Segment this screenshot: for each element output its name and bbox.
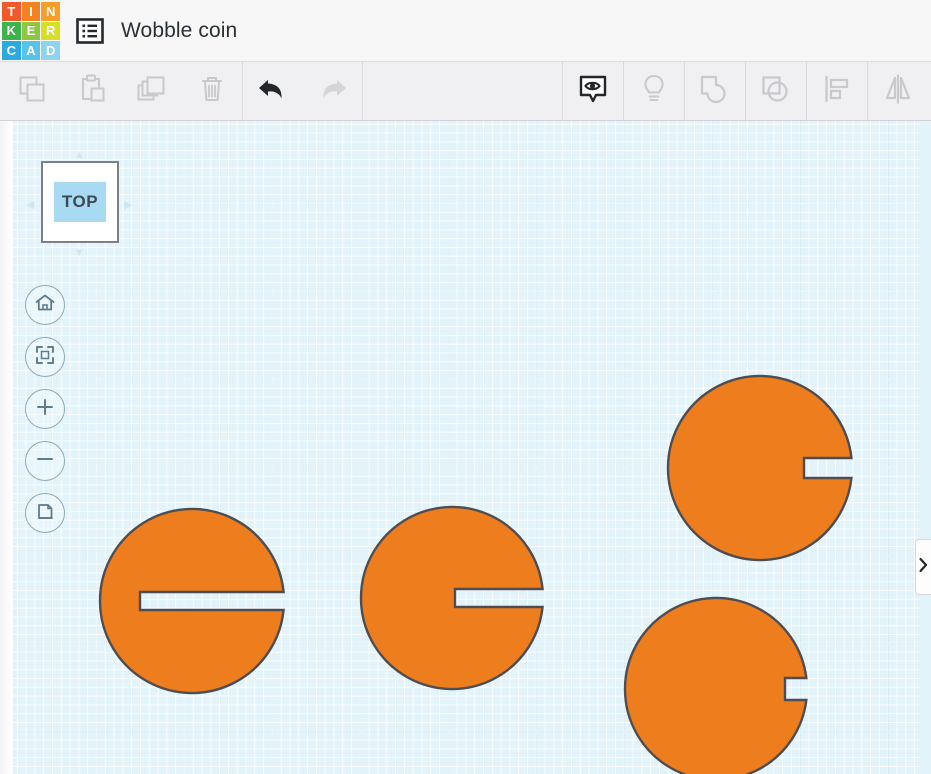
chevron-right-icon — [918, 557, 929, 578]
list-menu-icon[interactable] — [75, 16, 105, 46]
logo-cell-t: T — [2, 2, 21, 21]
side-panel-toggle[interactable] — [915, 539, 931, 595]
slotted-coin-center[interactable] — [355, 501, 549, 695]
undo-button[interactable] — [243, 62, 303, 120]
copy-icon — [14, 71, 50, 112]
view-cube[interactable]: TOP — [41, 161, 119, 243]
lightbulb-icon — [636, 71, 672, 112]
workplane-canvas[interactable]: ▲ ▼ ◀ ▶ TOP — [0, 121, 931, 774]
view-cube-face-label: TOP — [54, 182, 106, 222]
logo-cell-i: I — [21, 2, 41, 21]
undo-arrow-icon — [255, 71, 291, 112]
duplicate-button[interactable] — [122, 62, 182, 120]
align-icon — [819, 71, 855, 112]
canvas-left-strip — [0, 121, 13, 774]
trash-icon — [194, 71, 230, 112]
logo-cell-r: R — [41, 21, 60, 41]
logo-cell-d: D — [41, 41, 60, 60]
logo-cell-c: C — [2, 41, 21, 60]
logo-cell-n: N — [41, 2, 60, 21]
redo-button[interactable] — [302, 62, 362, 120]
paste-button[interactable] — [62, 62, 122, 120]
tinkercad-logo[interactable]: TIN KER CAD — [2, 2, 60, 60]
ungroup-button[interactable] — [746, 62, 806, 120]
plus-icon — [33, 395, 57, 424]
viewcube-arrow-right[interactable]: ▶ — [124, 198, 132, 211]
zoom-in-button[interactable] — [25, 389, 65, 429]
slotted-coin-bottom-right[interactable] — [619, 592, 813, 774]
ungroup-shapes-icon — [757, 70, 795, 113]
minus-icon — [33, 447, 57, 476]
home-view-button[interactable] — [25, 285, 65, 325]
copy-button[interactable] — [2, 62, 62, 120]
slotted-coin-left[interactable] — [94, 501, 290, 697]
viewcube-arrow-up[interactable]: ▲ — [74, 149, 85, 161]
app-header: TIN KER CAD Wobble coin — [0, 0, 931, 62]
redo-arrow-icon — [314, 71, 350, 112]
group-button[interactable] — [685, 62, 745, 120]
viewcube-arrow-left[interactable]: ◀ — [26, 198, 34, 211]
main-toolbar — [0, 62, 931, 121]
slotted-coin-top-right[interactable] — [662, 370, 858, 566]
home-icon — [33, 291, 57, 320]
logo-cell-k: K — [2, 21, 21, 41]
eye-bubble-icon — [574, 70, 612, 113]
paste-icon — [74, 71, 110, 112]
workplane-grid-edge — [920, 121, 931, 774]
zoom-out-button[interactable] — [25, 441, 65, 481]
mirror-flip-icon — [879, 70, 917, 113]
delete-button[interactable] — [182, 62, 242, 120]
viewcube-arrow-down[interactable]: ▼ — [74, 247, 85, 259]
logo-cell-a: A — [21, 41, 41, 60]
light-button[interactable] — [624, 62, 684, 120]
show-hide-button[interactable] — [563, 62, 623, 120]
toolbar-separator — [362, 62, 363, 120]
perspective-view-icon — [33, 499, 57, 528]
fit-to-view-icon — [33, 343, 57, 372]
align-button[interactable] — [807, 62, 867, 120]
duplicate-icon — [134, 71, 170, 112]
logo-cell-e: E — [21, 21, 41, 41]
group-shapes-icon — [696, 70, 734, 113]
fit-to-view-button[interactable] — [25, 337, 65, 377]
tinkercad-app: TIN KER CAD Wobble coin ▲ ▼ ◀ ▶ TOP — [0, 0, 931, 774]
mirror-button[interactable] — [868, 62, 928, 120]
view-mode-button[interactable] — [25, 493, 65, 533]
design-title[interactable]: Wobble coin — [121, 0, 237, 62]
